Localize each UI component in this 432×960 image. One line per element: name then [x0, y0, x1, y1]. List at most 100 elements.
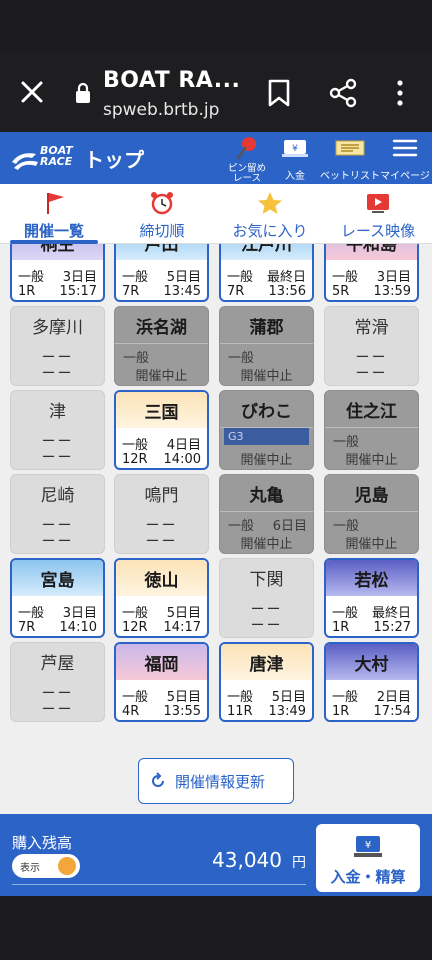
- venue-grade: 一般: [18, 270, 45, 285]
- venue-status: 開催中止: [345, 453, 398, 468]
- venue-grade: 一般: [332, 606, 359, 621]
- venue-card[interactable]: 鳴門 ーー ーー: [114, 474, 209, 554]
- venue-card[interactable]: 三国 一般 4日目 12R 14:00: [114, 390, 209, 470]
- venue-name: 蒲郡: [249, 318, 284, 338]
- venue-next-race: 1R: [18, 284, 36, 299]
- venue-card[interactable]: 住之江 一般 開催中止: [324, 390, 419, 470]
- venue-name: 江戸川: [241, 244, 292, 255]
- venue-name: 多摩川: [32, 318, 83, 338]
- mypage-button[interactable]: マイページ: [380, 134, 430, 184]
- venue-name: 戸田: [144, 244, 179, 255]
- star-icon: [258, 192, 282, 214]
- more-vert-icon[interactable]: [392, 78, 408, 108]
- pin-race-button[interactable]: ピン留め レース: [222, 134, 272, 184]
- alarm-clock-icon: [151, 192, 173, 215]
- venue-status: 開催中止: [240, 369, 293, 384]
- venue-card[interactable]: びわこ G3 開催中止: [219, 390, 314, 470]
- venue-deadline-time: 14:10: [59, 620, 97, 635]
- venue-grade: 一般: [122, 438, 149, 453]
- venue-grade: 一般: [332, 690, 359, 705]
- card-divider: [220, 343, 313, 344]
- betlist-button[interactable]: ベットリスト: [320, 134, 380, 184]
- venue-card[interactable]: 常滑 ーー ーー: [324, 306, 419, 386]
- tab-favorites[interactable]: お気に入り: [216, 184, 324, 244]
- venue-card[interactable]: 大村 一般 2日目 1R 17:54: [324, 642, 419, 722]
- venue-card[interactable]: 浜名湖 一般 開催中止: [114, 306, 209, 386]
- venue-name: 住之江: [346, 402, 397, 422]
- venue-name: びわこ: [241, 402, 292, 422]
- deposit-settle-button[interactable]: ¥ 入金・精算: [316, 824, 420, 892]
- venue-next-race: 12R: [122, 452, 148, 467]
- venue-card[interactable]: 宮島 一般 3日目 7R 14:10: [10, 558, 105, 638]
- tab-label: 締切順: [139, 222, 185, 240]
- venue-deadline-time: 13:59: [373, 284, 411, 299]
- venue-no-race: ーー: [41, 450, 74, 466]
- venue-card[interactable]: 徳山 一般 5日目 12R 14:17: [114, 558, 209, 638]
- venue-card[interactable]: 児島 一般 開催中止: [324, 474, 419, 554]
- venue-next-race: 7R: [122, 284, 140, 299]
- refresh-icon: [152, 772, 164, 787]
- site-url[interactable]: spweb.brtb.jp: [103, 100, 219, 120]
- bookmark-icon[interactable]: [266, 78, 292, 108]
- venue-card[interactable]: 江戸川 一般 最終日 7R 13:56: [219, 244, 314, 302]
- venue-next-race: 12R: [122, 620, 148, 635]
- toggle-label: 表示: [20, 863, 40, 874]
- venue-status: 開催中止: [240, 453, 293, 468]
- venue-card[interactable]: 多摩川 ーー ーー: [10, 306, 105, 386]
- venue-day: 3日目: [62, 270, 97, 285]
- header-deposit-label: 入金: [285, 171, 305, 182]
- balance-amount: 43,040: [212, 848, 282, 872]
- venue-day: 最終日: [266, 270, 306, 285]
- refresh-schedule-button[interactable]: 開催情報更新: [138, 758, 294, 804]
- venue-grade: 一般: [122, 690, 149, 705]
- share-icon[interactable]: [328, 78, 358, 108]
- balance-label: 購入残高: [12, 834, 73, 852]
- tab-race-video[interactable]: レース映像: [324, 184, 432, 244]
- venue-name: 徳山: [144, 571, 179, 591]
- venue-grade: 一般: [332, 270, 359, 285]
- venue-card[interactable]: 尼崎 ーー ーー: [10, 474, 105, 554]
- venue-deadline-time: 14:00: [163, 452, 201, 467]
- venue-no-race: ーー: [355, 366, 388, 382]
- venue-grade: 一般: [18, 606, 45, 621]
- venue-name: 若松: [354, 571, 389, 591]
- venue-grade: 一般: [228, 519, 255, 534]
- venue-name: 鳴門: [144, 486, 179, 506]
- venue-next-race: 11R: [227, 704, 253, 719]
- venue-day: 4日目: [166, 438, 201, 453]
- venue-card[interactable]: 若松 一般 最終日 1R 15:27: [324, 558, 419, 638]
- venue-card[interactable]: 平和島 一般 3日目 5R 13:59: [324, 244, 419, 302]
- balance-visibility-toggle[interactable]: 表示: [12, 854, 80, 878]
- venue-card[interactable]: 丸亀 一般 6日目 開催中止: [219, 474, 314, 554]
- venue-card[interactable]: 蒲郡 一般 開催中止: [219, 306, 314, 386]
- venue-status: 開催中止: [345, 537, 398, 552]
- app-header: BOAT RACE トップ ピン留め レース ¥ 入金 ベットリスト マイページ: [0, 132, 432, 184]
- deposit-settle-label: 入金・精算: [330, 868, 406, 886]
- venue-card[interactable]: 津ーー ーー: [10, 390, 105, 470]
- venue-day: 6日目: [272, 519, 307, 534]
- venue-next-race: 1R: [332, 620, 350, 635]
- refresh-label: 開催情報更新: [175, 773, 266, 791]
- venue-grade: 一般: [122, 606, 149, 621]
- venue-grade: 一般: [227, 690, 254, 705]
- venue-card[interactable]: 桐生 一般 3日目 1R 15:17: [10, 244, 105, 302]
- venue-card[interactable]: 福岡 一般 5日目 4R 13:55: [114, 642, 209, 722]
- hamburger-menu-icon: [392, 139, 418, 157]
- venue-name: 尼崎: [40, 486, 75, 506]
- venue-card[interactable]: 唐津 一般 5日目 11R 13:49: [219, 642, 314, 722]
- card-divider: [115, 343, 208, 344]
- venue-card[interactable]: 下関 ーー ーー: [219, 558, 314, 638]
- venue-card[interactable]: 芦屋 ーー ーー: [10, 642, 105, 722]
- venue-day: 5日目: [166, 606, 201, 621]
- close-icon[interactable]: [18, 78, 46, 106]
- lock-icon: [76, 82, 90, 103]
- venue-deadline-time: 13:49: [268, 704, 306, 719]
- venue-card[interactable]: 戸田 一般 5日目 7R 13:45: [114, 244, 209, 302]
- toggle-knob: [58, 857, 76, 875]
- tab-schedule-list[interactable]: 開催一覧: [0, 184, 108, 244]
- venue-name: 芦屋: [40, 654, 75, 674]
- venue-deadline-time: 15:17: [59, 284, 97, 299]
- tab-deadline-order[interactable]: 締切順: [108, 184, 216, 244]
- header-deposit-button[interactable]: ¥ 入金: [270, 134, 320, 184]
- system-navigation-bar: [0, 896, 432, 960]
